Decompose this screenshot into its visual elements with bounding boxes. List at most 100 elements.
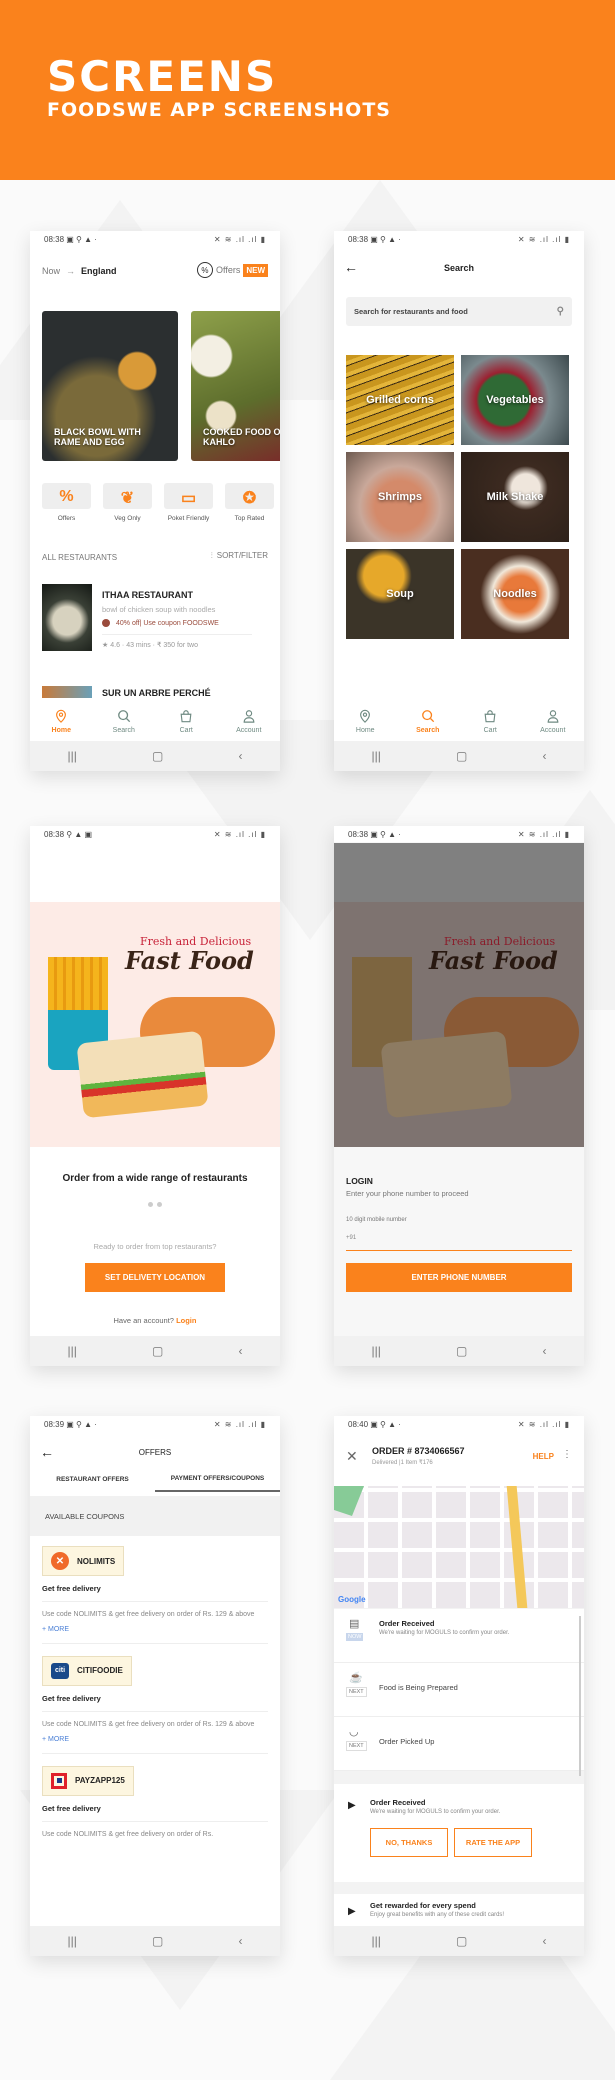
category-label: Vegetables [486,394,544,406]
back-nav-button[interactable]: ‹ [542,1344,546,1358]
tab-account[interactable]: Account [528,709,578,734]
filter-veg-only[interactable]: ❦ Veg Only [103,483,152,522]
help-button[interactable]: HELP [533,1452,554,1461]
recents-button[interactable]: ||| [372,1934,381,1948]
onboarding-prompt: Ready to order from top restaurants? [93,1242,217,1251]
clock: 08:40 [348,1419,369,1429]
tab-label: Account [540,726,566,734]
offers-label: Offers [215,265,241,275]
bottom-tabbar: Home Search Cart Account [334,701,584,741]
tab-label: Cart [179,726,193,734]
filter-top-rated[interactable]: ✪ Top Rated [225,483,274,522]
set-location-button[interactable]: SET DELIVETY LOCATION [85,1263,225,1292]
category-tile[interactable]: Vegetables [461,355,569,445]
enter-phone-button[interactable]: ENTER PHONE NUMBER [346,1263,572,1292]
tab-account[interactable]: Account [224,709,274,734]
divider [42,1752,268,1754]
no-thanks-button[interactable]: NO, THANKS [370,1828,448,1857]
recents-button[interactable]: ||| [68,749,77,763]
home-nav-button[interactable]: ▢ [152,1344,163,1358]
rate-card: ▶ Order Received We're waiting for MOGUL… [334,1784,584,1882]
coupon-code-tag[interactable]: citi CITIFOODIE [42,1655,132,1686]
banner-title: SCREENS [47,52,278,101]
category-label: Grilled corns [366,394,434,406]
play-icon: ▶ [348,1800,356,1811]
recents-button[interactable]: ||| [372,1344,381,1358]
tab-label: Account [236,726,262,734]
close-icon[interactable]: ✕ [346,1448,358,1465]
coupon-code: CITIFOODIE [77,1666,123,1676]
new-badge: NEW [243,263,268,277]
search-input[interactable]: Search for restaurants and food ⚲ [346,297,572,326]
more-link[interactable]: + MORE [42,1626,268,1633]
restaurant-thumbnail [42,686,92,698]
rating: 4.6 [110,642,120,649]
recents-button[interactable]: ||| [68,1934,77,1948]
bag-icon [179,709,193,727]
category-tile[interactable]: Noodles [461,549,569,639]
back-nav-button[interactable]: ‹ [238,749,242,763]
status-bar: 08:40 ▣ ⚲ ▲ · ✕ ≋ .ıl .ıl ▮ [334,1416,584,1432]
filter-poket-friendly[interactable]: ▭ Poket Friendly [164,483,213,522]
tab-restaurant-offers[interactable]: RESTAURANT OFFERS [30,1466,155,1492]
tab-home[interactable]: Home [340,709,390,734]
tab-cart[interactable]: Cart [465,709,515,734]
home-nav-button[interactable]: ▢ [456,1344,467,1358]
home-screen: 08:38 ▣ ⚲ ▲ · ✕ ≋ .ıl .ıl ▮ Now → England… [30,231,280,771]
location-selector[interactable]: Now → England [42,266,117,276]
tab-search[interactable]: Search [99,709,149,734]
more-link[interactable]: + MORE [42,1736,268,1743]
category-tile[interactable]: Grilled corns [346,355,454,445]
android-nav: ||| ▢ ‹ [334,1926,584,1956]
category-tile[interactable]: Shrimps [346,452,454,542]
filter-offers[interactable]: % Offers [42,483,91,522]
back-nav-button[interactable]: ‹ [542,749,546,763]
vegetables-icon: ❦ [120,490,135,507]
map-road [506,1486,528,1608]
restaurant-offer: 40% off| Use coupon FOODSWE [102,619,219,627]
filter-label: Offers [57,515,76,522]
recents-button[interactable]: ||| [372,749,381,763]
back-nav-button[interactable]: ‹ [542,1934,546,1948]
featured-card[interactable]: COOKED FOOD OF KAHLO [191,311,280,461]
card-title: Order Received [370,1798,426,1807]
restaurant-row[interactable]: ITHAA RESTAURANT bowl of chicken soup wi… [42,584,268,654]
coupon-desc: Use code NOLIMITS & get free delivery on… [42,1720,255,1728]
page-indicator[interactable] [30,1202,280,1207]
category-tile[interactable]: Milk Shake [461,452,569,542]
user-icon [242,709,256,727]
home-nav-button[interactable]: ▢ [152,1934,163,1948]
tab-search[interactable]: Search [403,709,453,734]
percent-badge-icon: % [196,262,213,278]
featured-card[interactable]: BLACK BOWL WITH RAME AND EGG [42,311,178,461]
sort-filter-button[interactable]: ⫶ SORT/FILTER [211,551,268,561]
home-nav-button[interactable]: ▢ [456,1934,467,1948]
have-account-text: Have an account? [113,1316,174,1325]
home-nav-button[interactable]: ▢ [456,749,467,763]
phone-input[interactable]: +91 [346,1230,572,1251]
home-nav-button[interactable]: ▢ [152,749,163,763]
rewards-card[interactable]: ▶ Get rewarded for every spend Enjoy gre… [334,1894,584,1926]
login-link[interactable]: Login [176,1316,196,1325]
restaurant-row[interactable]: SUR UN ARBRE PERCHÉ [42,686,268,698]
category-label: Milk Shake [486,491,544,503]
category-tile[interactable]: Soup [346,549,454,639]
scrollbar[interactable] [579,1616,581,1776]
tab-payment-offers[interactable]: PAYMENT OFFERS/COUPONS [155,1466,280,1492]
tab-cart[interactable]: Cart [161,709,211,734]
tab-home[interactable]: Home [36,709,86,734]
more-vert-icon[interactable]: ⋮ [562,1449,572,1460]
coupon-code-tag[interactable]: ✕ NOLIMITS [42,1546,125,1576]
page-title: OFFERS [138,1448,172,1457]
back-nav-button[interactable]: ‹ [238,1934,242,1948]
offers-button[interactable]: % Offers NEW [196,262,268,278]
back-nav-button[interactable]: ‹ [238,1344,242,1358]
rate-app-button[interactable]: RATE THE APP [454,1828,532,1857]
coupon-code-tag[interactable]: PAYZAPP125 [42,1765,134,1796]
status-bar: 08:38 ▣ ⚲ ▲ · ✕ ≋ .ıl .ıl ▮ [44,234,266,244]
recents-button[interactable]: ||| [68,1344,77,1358]
card-desc: We're waiting for MOGULS to confirm your… [370,1809,501,1815]
map[interactable]: Google [334,1486,584,1608]
onboarding-screen: 08:38 ⚲ ▲ ▣ ✕ ≋ .ıl .ıl ▮ Fresh and Delic… [30,826,280,1366]
order-number: ORDER # 8734066567 [372,1446,465,1456]
